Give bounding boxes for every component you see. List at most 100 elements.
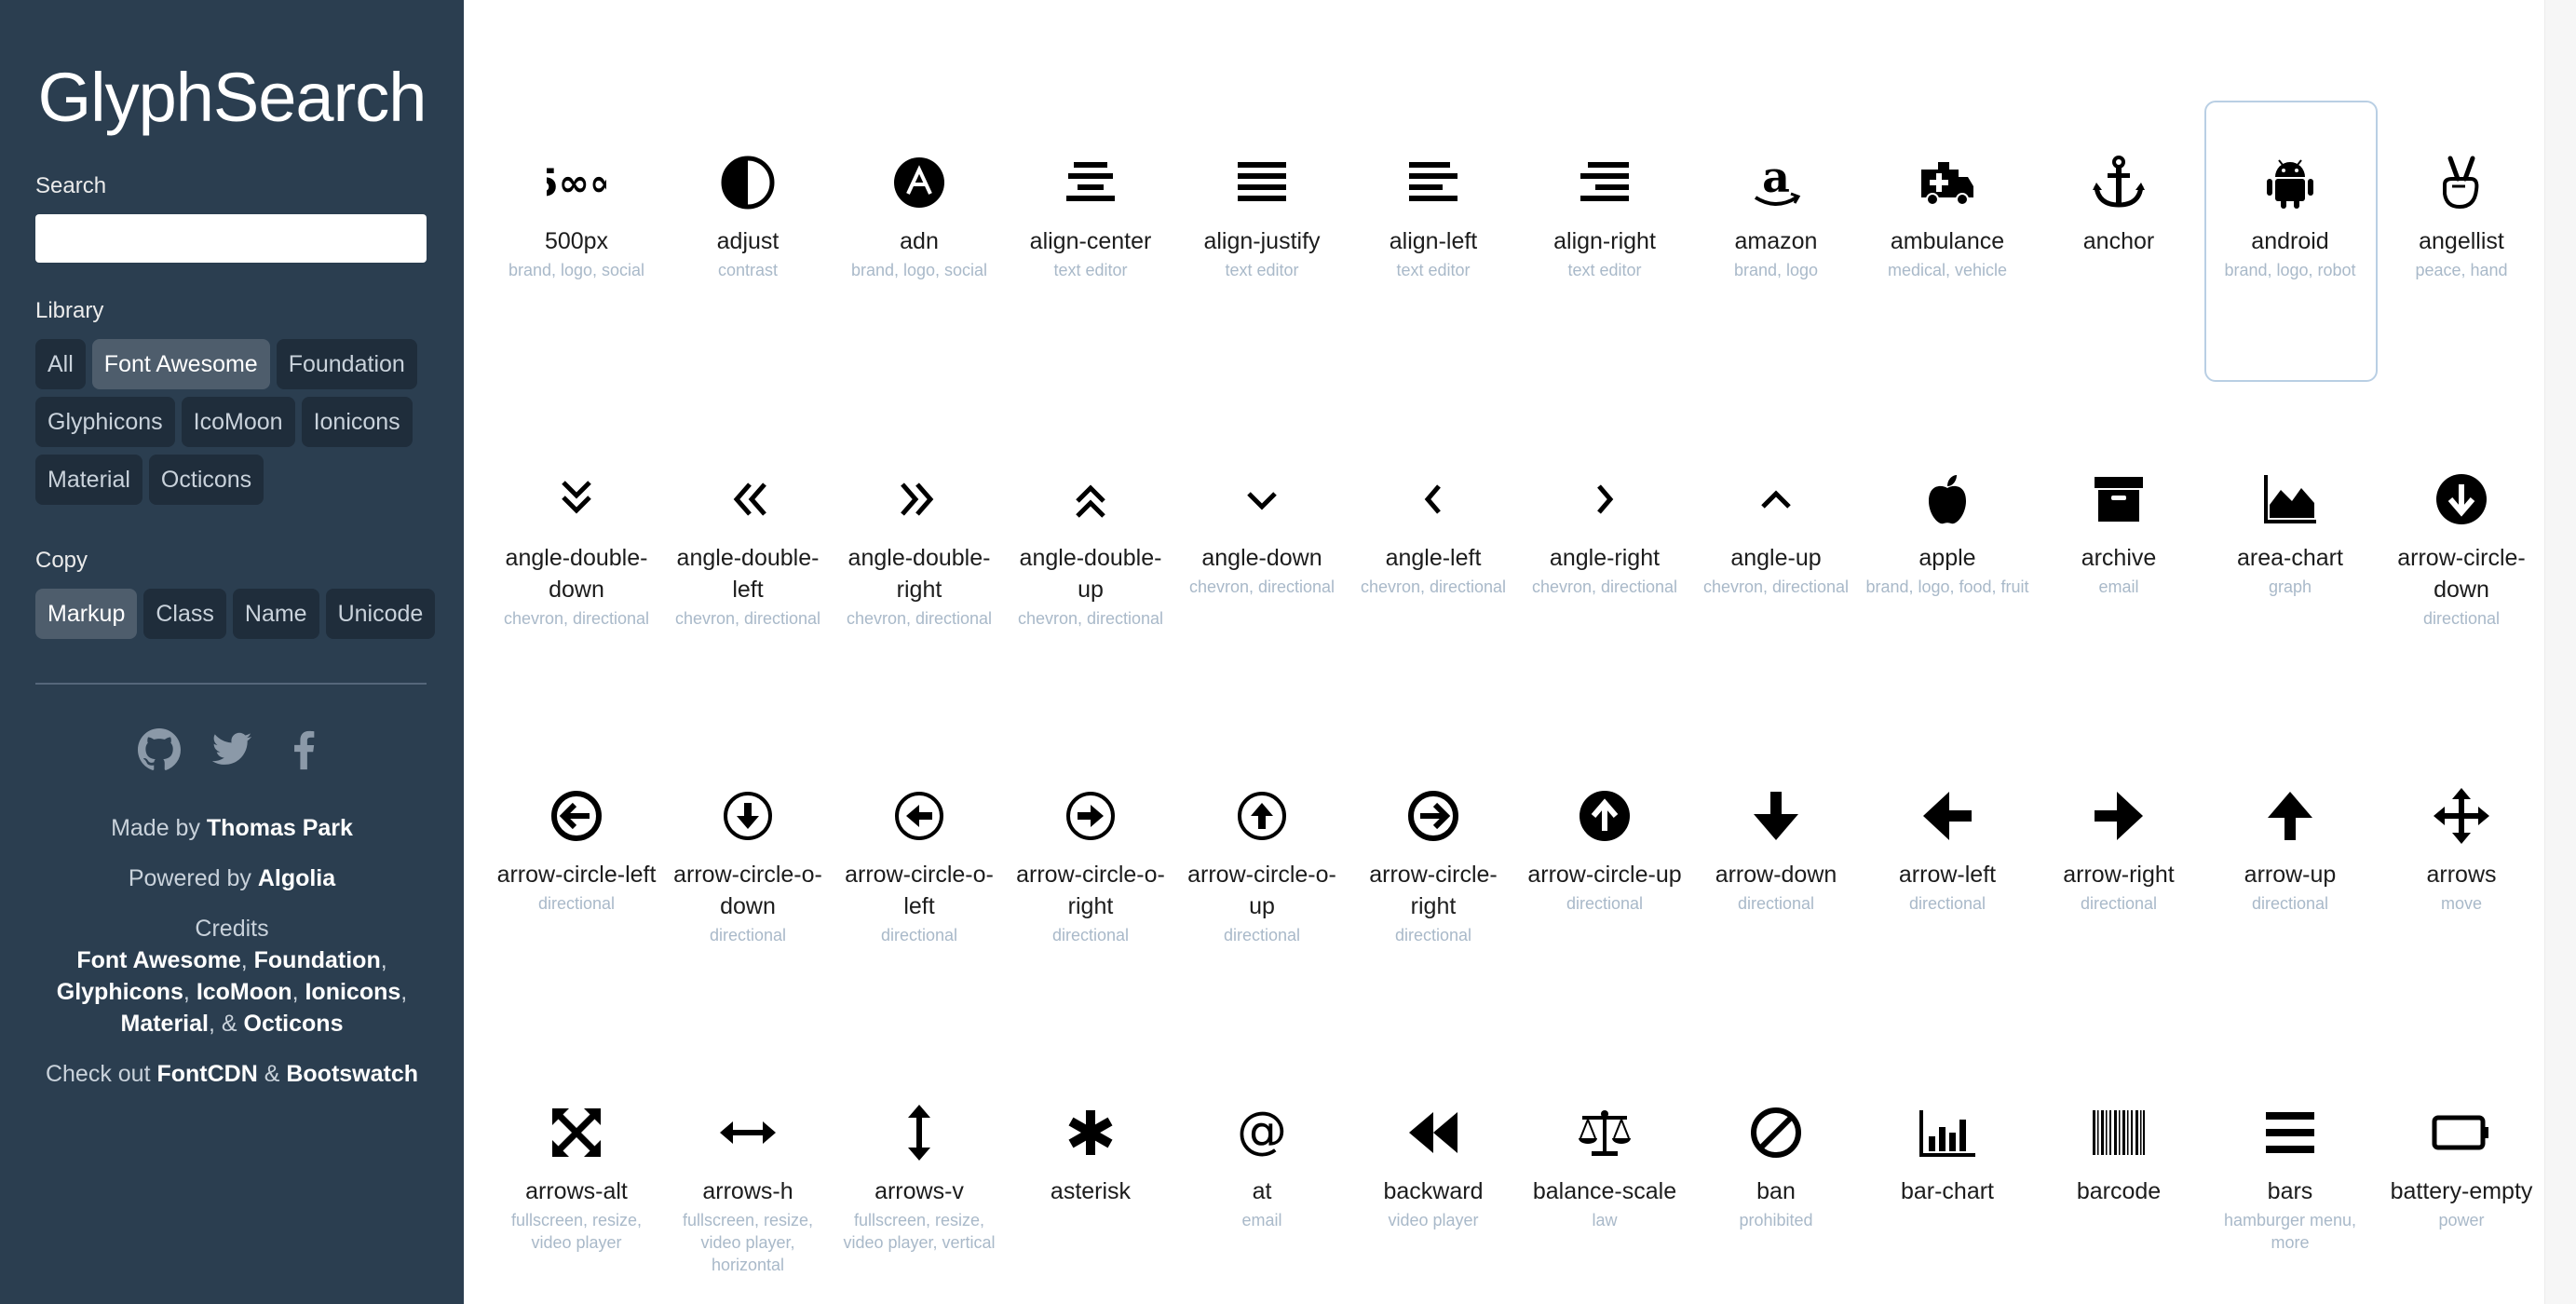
icon-card-arrow-right[interactable]: arrow-right directional [2033, 734, 2204, 1051]
copy-option-name[interactable]: Name [232, 589, 319, 639]
credit-glyphicons[interactable]: Glyphicons [57, 979, 183, 1005]
arrows-h-icon [662, 1103, 834, 1162]
icon-card-angle-up[interactable]: angle-up chevron, directional [1690, 417, 1862, 734]
icon-card-arrows-v[interactable]: arrows-v fullscreen, resize, video player… [834, 1051, 1005, 1304]
icon-card-battery-empty[interactable]: battery-empty power [2376, 1051, 2547, 1304]
credit-ionicons[interactable]: Ionicons [305, 979, 400, 1005]
icon-name-text: angle-double-down [505, 545, 648, 603]
icon-name-text: backward [1383, 1178, 1484, 1204]
algolia-link[interactable]: Algolia [258, 865, 335, 891]
copy-option-unicode[interactable]: Unicode [325, 589, 436, 639]
icon-card-arrow-circle-down[interactable]: arrow-circle-down directional [2376, 417, 2547, 734]
twitter-icon[interactable] [210, 728, 253, 776]
icon-card-area-chart[interactable]: area-chart graph [2204, 417, 2376, 734]
github-icon[interactable] [138, 728, 181, 776]
credit-icomoon[interactable]: IcoMoon [197, 979, 292, 1005]
icon-card-arrows-h[interactable]: arrows-h fullscreen, resize, video player… [662, 1051, 834, 1304]
icon-card-angle-left[interactable]: angle-left chevron, directional [1348, 417, 1519, 734]
icon-card-barcode[interactable]: barcode [2033, 1051, 2204, 1304]
arrow-left-icon [1862, 786, 2033, 846]
icon-card-anchor[interactable]: anchor [2033, 101, 2204, 417]
credit-octicons[interactable]: Octicons [244, 1011, 344, 1037]
icon-tags: directional [2422, 609, 2501, 628]
balance-scale-icon [1519, 1103, 1690, 1162]
copy-options: Markup Class Name Unicode [35, 589, 436, 639]
icon-card-arrow-circle-o-left[interactable]: arrow-circle-o-left directional [834, 734, 1005, 1051]
icon-card-amazon[interactable]: a amazon brand, logo [1690, 101, 1862, 417]
icon-name: angle-left chevron, directional [1348, 542, 1519, 598]
icon-card-arrow-circle-o-down[interactable]: arrow-circle-o-down directional [662, 734, 834, 1051]
library-filter-foundation[interactable]: Foundation [276, 339, 417, 389]
library-filter-all[interactable]: All [35, 339, 86, 389]
bootswatch-link[interactable]: Bootswatch [286, 1061, 418, 1087]
bar-chart-icon [1862, 1103, 2033, 1162]
icon-card-angle-down[interactable]: angle-down chevron, directional [1176, 417, 1348, 734]
angle-up-icon [1690, 469, 1862, 529]
icon-card-angle-double-up[interactable]: angle-double-up chevron, directional [1005, 417, 1176, 734]
search-input[interactable] [35, 214, 427, 263]
icon-card-bar-chart[interactable]: bar-chart [1862, 1051, 2033, 1304]
icon-tags: chevron, directional [1360, 577, 1507, 596]
search-label: Search [35, 173, 107, 198]
icon-card-bars[interactable]: bars hamburger menu, more [2204, 1051, 2376, 1304]
library-filter-glyphicons[interactable]: Glyphicons [35, 397, 175, 447]
icon-card-ban[interactable]: ban prohibited [1690, 1051, 1862, 1304]
icon-card-align-center[interactable]: align-center text editor [1005, 101, 1176, 417]
icon-card-arrow-circle-o-up[interactable]: arrow-circle-o-up directional [1176, 734, 1348, 1051]
icon-card-arrow-circle-left[interactable]: arrow-circle-left directional [491, 734, 662, 1051]
icon-card-angle-double-left[interactable]: angle-double-left chevron, directional [662, 417, 834, 734]
icon-name: arrow-up directional [2204, 859, 2376, 915]
credit-material[interactable]: Material [121, 1011, 209, 1037]
angle-right-icon [1519, 469, 1690, 529]
icon-card-arrow-circle-o-right[interactable]: arrow-circle-o-right directional [1005, 734, 1176, 1051]
author-link[interactable]: Thomas Park [207, 815, 353, 841]
icon-card-align-left[interactable]: align-left text editor [1348, 101, 1519, 417]
icon-name-text: android [2251, 228, 2329, 254]
credit-font-awesome[interactable]: Font Awesome [76, 947, 240, 973]
icon-card-angle-double-right[interactable]: angle-double-right chevron, directional [834, 417, 1005, 734]
arrows-v-icon [834, 1103, 1005, 1162]
icon-card-arrow-up[interactable]: arrow-up directional [2204, 734, 2376, 1051]
icon-card-arrow-down[interactable]: arrow-down directional [1690, 734, 1862, 1051]
icon-card-arrows-alt[interactable]: arrows-alt fullscreen, resize, video play… [491, 1051, 662, 1304]
icon-card-at[interactable]: @ at email [1176, 1051, 1348, 1304]
icon-card-adjust[interactable]: adjust contrast [662, 101, 834, 417]
icon-name-text: angle-down [1201, 545, 1322, 571]
library-label: Library [35, 298, 104, 323]
icon-card-backward[interactable]: backward video player [1348, 1051, 1519, 1304]
icon-card-arrow-circle-up[interactable]: arrow-circle-up directional [1519, 734, 1690, 1051]
icon-name-text: arrow-left [1898, 862, 1997, 888]
copy-option-class[interactable]: Class [143, 589, 226, 639]
icon-card-arrow-circle-right[interactable]: arrow-circle-right directional [1348, 734, 1519, 1051]
icon-card-ambulance[interactable]: ambulance medical, vehicle [1862, 101, 2033, 417]
icon-tags: directional [709, 926, 787, 944]
icon-card-archive[interactable]: archive email [2033, 417, 2204, 734]
icon-card-500px[interactable]: 5∞∞ 500px brand, logo, social [491, 101, 662, 417]
icon-card-align-right[interactable]: align-right text editor [1519, 101, 1690, 417]
icon-name: anchor [2033, 225, 2204, 259]
icon-card-arrows[interactable]: arrows move [2376, 734, 2547, 1051]
library-filter-ionicons[interactable]: Ionicons [301, 397, 413, 447]
icon-card-arrow-left[interactable]: arrow-left directional [1862, 734, 2033, 1051]
icon-card-apple[interactable]: apple brand, logo, food, fruit [1862, 417, 2033, 734]
icon-name-text: area-chart [2237, 545, 2343, 571]
icon-card-angellist[interactable]: angellist peace, hand [2376, 101, 2547, 417]
library-filter-material[interactable]: Material [35, 455, 142, 505]
icon-card-adn[interactable]: adn brand, logo, social [834, 101, 1005, 417]
scrollbar[interactable] [2544, 0, 2576, 1304]
facebook-icon[interactable] [283, 728, 326, 776]
icon-card-balance-scale[interactable]: balance-scale law [1519, 1051, 1690, 1304]
fontcdn-link[interactable]: FontCDN [156, 1061, 257, 1087]
library-filter-icomoon[interactable]: IcoMoon [181, 397, 295, 447]
icon-name-text: adn [900, 228, 939, 254]
icon-card-android[interactable]: android brand, logo, robot [2204, 101, 2378, 417]
credit-foundation[interactable]: Foundation [254, 947, 381, 973]
icon-card-angle-right[interactable]: angle-right chevron, directional [1519, 417, 1690, 734]
icon-card-align-justify[interactable]: align-justify text editor [1176, 101, 1348, 417]
library-filter-font-awesome[interactable]: Font Awesome [91, 339, 270, 389]
copy-option-markup[interactable]: Markup [35, 589, 138, 639]
library-filter-octicons[interactable]: Octicons [148, 455, 264, 505]
icon-card-angle-double-down[interactable]: angle-double-down chevron, directional [491, 417, 662, 734]
icon-card-asterisk[interactable]: asterisk [1005, 1051, 1176, 1304]
icon-name-text: 500px [544, 228, 609, 254]
